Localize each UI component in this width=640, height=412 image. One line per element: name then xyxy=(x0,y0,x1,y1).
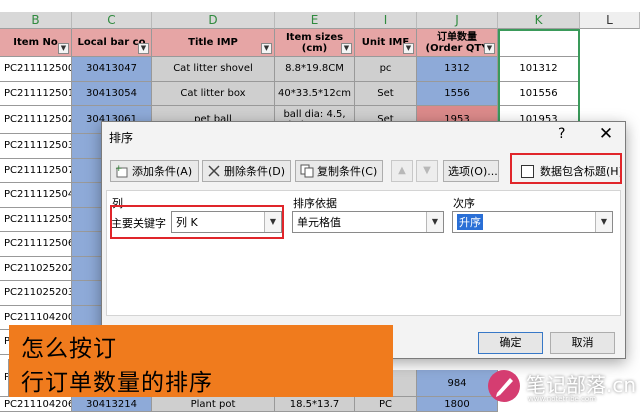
header-item-no-label: Item No xyxy=(13,37,58,48)
column-header-b[interactable]: B xyxy=(0,12,72,29)
sort-column-select[interactable]: 列 K ▼ xyxy=(171,211,282,233)
column-header-l[interactable]: L xyxy=(580,12,640,29)
has-headers-label: 数据包含标题(H) xyxy=(540,165,623,178)
sort-order-select[interactable]: 升序 ▼ xyxy=(452,211,613,233)
table-cell-item[interactable]: PC211025203 xyxy=(0,281,72,306)
sort-dialog: 排序 ? ✕ + 添加条件(A) 删除条件(D) 复制条件(C) ▲ ▼ 选项(… xyxy=(101,121,626,359)
dialog-title: 排序 xyxy=(109,131,134,145)
notetribe-logo xyxy=(488,370,520,402)
header-title[interactable]: Title IMP ▼ xyxy=(152,29,275,57)
table-cell-size[interactable]: 8.8*19.8CM xyxy=(275,57,355,82)
table-row-last-size[interactable]: 18.5*13.7 xyxy=(275,397,355,412)
table-cell-item[interactable]: PC211112507 xyxy=(0,158,72,183)
header-unit[interactable]: Unit IMF ▼ xyxy=(355,29,417,57)
table-row-last-title[interactable]: Plant pot xyxy=(152,397,275,412)
table-cell-item[interactable]: PC211112505 xyxy=(0,207,72,232)
column-header-j[interactable]: J xyxy=(417,12,498,29)
table-row-last-item[interactable]: PC211104206 xyxy=(0,397,72,412)
table-cell-k[interactable]: 101312 xyxy=(498,57,580,82)
table-cell-item[interactable]: PC211112503 xyxy=(0,134,72,159)
filter-dropdown-icon[interactable]: ▼ xyxy=(341,43,352,54)
column-header-i[interactable]: I xyxy=(355,12,417,29)
delete-level-label: 删除条件(D) xyxy=(224,165,286,178)
header-qty-cn-label: 订单数量 xyxy=(437,31,477,43)
table-row-partial-item[interactable]: PC xyxy=(0,359,9,397)
svg-text:+: + xyxy=(115,164,123,174)
copy-level-icon xyxy=(300,164,314,178)
header-title-label: Title IMP xyxy=(188,37,238,48)
header-barcode[interactable]: Local bar co ▼ xyxy=(72,29,152,57)
chevron-down-icon[interactable]: ▼ xyxy=(426,212,443,232)
delete-level-button[interactable]: 删除条件(D) xyxy=(202,160,291,182)
table-cell-qty[interactable]: 1556 xyxy=(417,81,498,106)
table-cell-item[interactable]: PC211112506 xyxy=(0,232,72,257)
table-cell-title[interactable]: Cat litter box xyxy=(152,81,275,106)
header-qty-en-label: (Order QTY xyxy=(425,42,489,54)
sort-levels-grid: 列 排序依据 次序 主要关键字 列 K ▼ 单元格值 ▼ 升序 ▼ xyxy=(106,190,621,316)
filter-dropdown-icon[interactable]: ▼ xyxy=(138,43,149,54)
filter-dropdown-icon[interactable]: ▼ xyxy=(484,43,495,54)
add-level-button[interactable]: + 添加条件(A) xyxy=(110,160,199,182)
add-level-icon: + xyxy=(115,164,129,178)
table-cell-unit[interactable]: Set xyxy=(355,81,417,106)
table-cell-k[interactable]: 101556 xyxy=(498,81,580,106)
caption-line-1: 怎么按订 xyxy=(21,336,117,362)
header-order-qty[interactable]: 订单数量 (Order QTY ▼ xyxy=(417,29,498,57)
table-cell-unit[interactable]: pc xyxy=(355,57,417,82)
table-cell-qty[interactable]: 1312 xyxy=(417,57,498,82)
add-level-label: 添加条件(A) xyxy=(132,165,193,178)
options-button[interactable]: 选项(O)... xyxy=(443,160,499,182)
table-row-last-unit[interactable]: PC xyxy=(355,397,417,412)
has-headers-checkbox[interactable] xyxy=(521,165,534,178)
sort-on-select[interactable]: 单元格值 ▼ xyxy=(292,211,444,233)
column-header-d[interactable]: D xyxy=(152,12,275,29)
copy-level-label: 复制条件(C) xyxy=(317,165,378,178)
table-cell-item[interactable]: PC211025202 xyxy=(0,256,72,281)
column-header-k[interactable]: K xyxy=(498,12,580,29)
table-cell-item[interactable]: PC211112502 xyxy=(0,106,72,134)
move-down-button[interactable]: ▼ xyxy=(416,160,438,182)
chevron-down-icon[interactable]: ▼ xyxy=(595,212,612,232)
sort-on-value: 单元格值 xyxy=(297,216,341,229)
watermark-name: 笔记部落.cn xyxy=(526,373,637,397)
watermark: 笔记部落.cn www.notetribe.com xyxy=(478,366,638,410)
table-row-last-barcode[interactable]: 30413214 xyxy=(72,397,152,412)
sort-order-value: 升序 xyxy=(457,214,483,230)
filter-dropdown-icon[interactable]: ▼ xyxy=(58,43,69,54)
header-item-no[interactable]: Item No ▼ xyxy=(0,29,72,57)
sort-column-value: 列 K xyxy=(176,216,198,229)
help-button[interactable]: ? xyxy=(558,126,565,142)
table-cell-title[interactable]: Cat litter shovel xyxy=(152,57,275,82)
table-cell-item[interactable]: PC211112500 xyxy=(0,57,72,82)
table-cell-item[interactable]: PC211112504 xyxy=(0,183,72,208)
move-up-button[interactable]: ▲ xyxy=(391,160,413,182)
column-header-c[interactable]: C xyxy=(72,12,152,29)
copy-level-button[interactable]: 复制条件(C) xyxy=(295,160,383,182)
caption-banner: 怎么按订 行订单数量的排序 xyxy=(9,325,393,397)
filter-dropdown-icon[interactable]: ▼ xyxy=(403,43,414,54)
table-cell-item[interactable]: PC211112501 xyxy=(0,81,72,106)
watermark-suffix: cn xyxy=(612,373,637,397)
cancel-button[interactable]: 取消 xyxy=(550,332,615,354)
chevron-down-icon[interactable]: ▼ xyxy=(264,212,281,232)
close-button[interactable]: ✕ xyxy=(596,124,616,144)
header-barcode-label: Local bar co xyxy=(77,37,146,48)
sort-level-row[interactable]: 主要关键字 列 K ▼ 单元格值 ▼ 升序 ▼ xyxy=(107,209,620,241)
table-cell-barcode[interactable]: 30413047 xyxy=(72,57,152,82)
sort-by-label: 主要关键字 xyxy=(111,217,166,230)
header-k-empty[interactable] xyxy=(498,29,580,57)
filter-dropdown-icon[interactable]: ▼ xyxy=(261,43,272,54)
header-sizes[interactable]: Item sizes (cm) ▼ xyxy=(275,29,355,57)
watermark-url: www.notetribe.com xyxy=(528,395,597,403)
column-header-e[interactable]: E xyxy=(275,12,355,29)
ok-button[interactable]: 确定 xyxy=(478,332,543,354)
caption-line-2: 行订单数量的排序 xyxy=(21,370,213,396)
watermark-name-text: 笔记部落 xyxy=(526,373,606,397)
table-cell-barcode[interactable]: 30413054 xyxy=(72,81,152,106)
table-cell-size[interactable]: 40*33.5*12cm xyxy=(275,81,355,106)
delete-level-icon xyxy=(207,164,221,178)
